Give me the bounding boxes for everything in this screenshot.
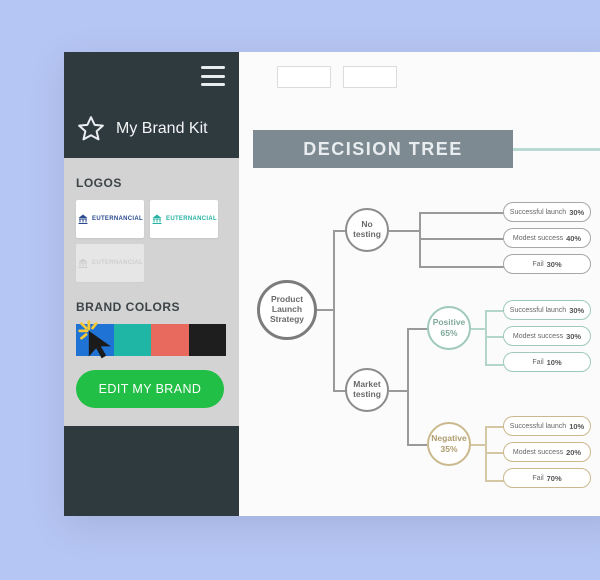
outcome-label: Successful launch (510, 209, 566, 216)
logo-grid: EUTERNANCIAL EUTERNANCIAL EUTERNANCIAL (76, 200, 227, 282)
brand-kit-label: My Brand Kit (116, 120, 208, 138)
node-pct: 35% (440, 445, 457, 455)
node-label: Market testing (347, 380, 387, 400)
node-label: Negative (431, 434, 466, 444)
bank-icon (77, 257, 89, 269)
color-swatches (76, 324, 226, 356)
logo-card[interactable]: EUTERNANCIAL (150, 200, 218, 238)
outcome-pill[interactable]: Modest success40% (503, 228, 591, 248)
brand-colors-section: BRAND COLORS (64, 282, 239, 356)
outcomes-negative: Successful launch10% Modest success20% Fai… (503, 416, 591, 488)
node-negative[interactable]: Negative 35% (427, 422, 471, 466)
logos-section: LOGOS EUTERNANCIALEUTERNANCIALEUTERNANCI… (64, 158, 239, 282)
outcome-label: Fail (532, 261, 543, 268)
brand-kit-title: My Brand Kit (76, 114, 227, 144)
bank-icon (151, 213, 163, 225)
outcome-pct: 30% (569, 306, 584, 315)
diagram-title: DECISION TREE (253, 130, 513, 168)
outcome-pill[interactable]: Successful launch10% (503, 416, 591, 436)
color-swatch[interactable] (76, 324, 114, 356)
outcome-pill[interactable]: Modest success30% (503, 326, 591, 346)
editor-canvas[interactable]: DECISION TREE Product Launch Strategy No… (239, 52, 600, 516)
logo-card[interactable]: EUTERNANCIAL (76, 200, 144, 238)
outcomes-no-testing: Successful launch30%Modest success40%Fai… (503, 202, 591, 274)
node-label: Positive (433, 318, 466, 328)
color-swatch[interactable] (189, 324, 227, 356)
outcome-pct: 30% (569, 208, 584, 217)
app-window: My Brand Kit LOGOS EUTERNANCIALEUTERNANC… (64, 52, 600, 516)
edit-brand-button[interactable]: EDIT MY BRAND (76, 370, 224, 408)
node-label: No testing (347, 220, 387, 240)
node-positive[interactable]: Positive 65% (427, 306, 471, 350)
star-icon (76, 114, 106, 144)
logos-heading: LOGOS (76, 176, 227, 190)
canvas-top-placeholders (277, 66, 397, 88)
outcome-label: Successful launch (510, 307, 566, 314)
outcome-pct: 20% (566, 448, 581, 457)
outcome-pill[interactable]: Fail 10% (503, 352, 591, 372)
outcome-pill[interactable]: Fail 30% (503, 254, 591, 274)
sidebar-footer (64, 426, 239, 516)
outcome-label: Successful launch (510, 423, 566, 430)
logo-text: EUTERNANCIAL (92, 216, 143, 222)
sidebar: My Brand Kit LOGOS EUTERNANCIALEUTERNANC… (64, 52, 239, 516)
placeholder-box[interactable] (343, 66, 397, 88)
logo-text: EUTERNANCIAL (166, 216, 217, 222)
outcome-label: Fail (532, 359, 543, 366)
outcome-pill[interactable]: Fail 70% (503, 468, 591, 488)
outcome-pct: 40% (566, 234, 581, 243)
node-label: Product Launch Strategy (260, 295, 314, 324)
color-swatch[interactable] (151, 324, 189, 356)
outcomes-positive: Successful launch30%Modest success30%Fai… (503, 300, 591, 372)
node-no-testing[interactable]: No testing (345, 208, 389, 252)
outcome-pct: 30% (566, 332, 581, 341)
logo-text: EUTERNANCIAL (92, 260, 143, 266)
diagram-title-rule (513, 148, 600, 151)
outcome-label: Modest success (513, 449, 563, 456)
brand-colors-heading: BRAND COLORS (76, 300, 227, 314)
outcome-label: Modest success (513, 333, 563, 340)
node-market-testing[interactable]: Market testing (345, 368, 389, 412)
outcome-pill[interactable]: Modest success20% (503, 442, 591, 462)
node-pct: 65% (440, 329, 457, 339)
outcome-pill[interactable]: Successful launch30% (503, 300, 591, 320)
outcome-pct: 10% (547, 358, 562, 367)
outcome-pct: 30% (547, 260, 562, 269)
outcome-label: Fail (532, 475, 543, 482)
menu-icon[interactable] (201, 66, 225, 86)
logo-card[interactable]: EUTERNANCIAL (76, 244, 144, 282)
sidebar-header: My Brand Kit (64, 52, 239, 158)
node-root[interactable]: Product Launch Strategy (257, 280, 317, 340)
placeholder-box[interactable] (277, 66, 331, 88)
outcome-pill[interactable]: Successful launch30% (503, 202, 591, 222)
outcome-pct: 10% (569, 422, 584, 431)
outcome-label: Modest success (513, 235, 563, 242)
outcome-pct: 70% (547, 474, 562, 483)
bank-icon (77, 213, 89, 225)
color-swatch[interactable] (114, 324, 152, 356)
